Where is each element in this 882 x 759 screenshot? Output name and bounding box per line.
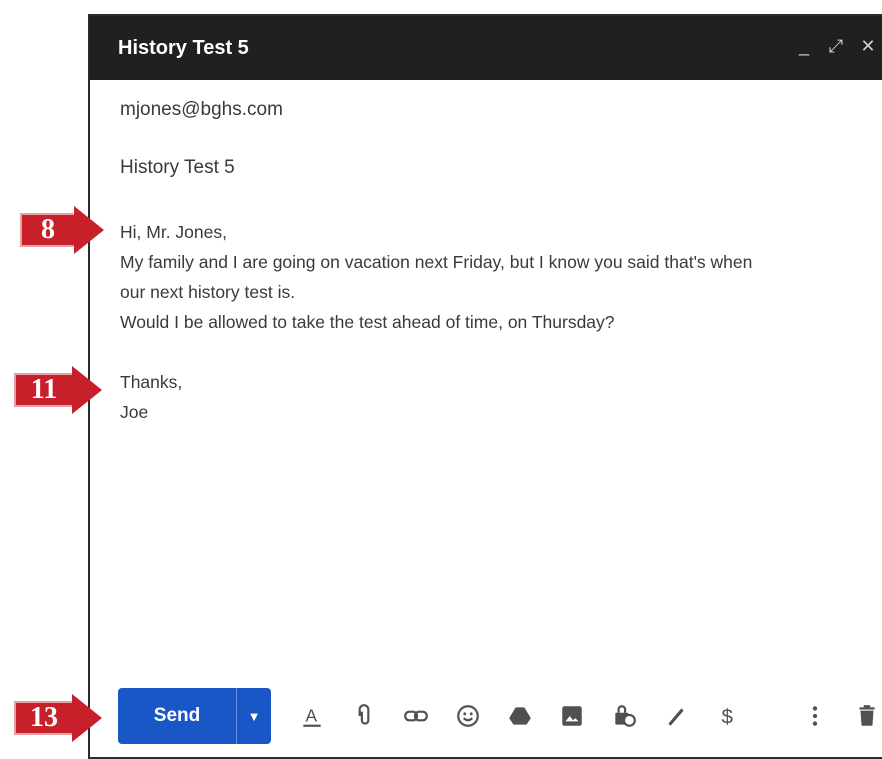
- photo-icon[interactable]: [555, 699, 589, 733]
- compose-titlebar: History Test 5 _ ⤢ ✕: [90, 16, 882, 80]
- trash-icon[interactable]: [850, 699, 882, 733]
- step-number: 8: [20, 213, 76, 247]
- body-line: our next history test is.: [120, 282, 296, 302]
- body-closing: Thanks,: [120, 372, 183, 392]
- body-line: My family and I are going on vacation ne…: [120, 252, 753, 272]
- money-icon[interactable]: $: [711, 699, 745, 733]
- svg-text:$: $: [722, 706, 734, 729]
- compose-title: History Test 5: [118, 37, 249, 59]
- compose-toolbar: Send ▼ A $: [118, 688, 882, 744]
- compose-window: History Test 5 _ ⤢ ✕ mjones@bghs.com His…: [88, 14, 882, 759]
- link-icon[interactable]: [399, 699, 433, 733]
- arrow-right-icon: [72, 694, 102, 742]
- close-icon[interactable]: ✕: [860, 36, 876, 56]
- step-number: 11: [14, 373, 74, 407]
- arrow-right-icon: [74, 206, 104, 254]
- step-marker-8: 8: [20, 206, 104, 254]
- attach-icon[interactable]: [347, 699, 381, 733]
- toolbar-right: [798, 688, 882, 744]
- formatting-tools: A $: [295, 699, 745, 733]
- message-body[interactable]: Hi, Mr. Jones, My family and I are going…: [120, 217, 880, 427]
- body-line: Would I be allowed to take the test ahea…: [120, 312, 615, 332]
- step-marker-13: 13: [14, 694, 102, 742]
- chevron-down-icon: ▼: [247, 708, 261, 724]
- emoji-icon[interactable]: [451, 699, 485, 733]
- minimize-icon[interactable]: _: [796, 36, 812, 56]
- svg-text:A: A: [306, 705, 318, 725]
- step-marker-11: 11: [14, 366, 102, 414]
- window-controls: _ ⤢ ✕: [796, 36, 876, 56]
- arrow-right-icon: [72, 366, 102, 414]
- more-options-icon[interactable]: [798, 699, 832, 733]
- drive-icon[interactable]: [503, 699, 537, 733]
- expand-icon[interactable]: ⤢: [828, 36, 844, 56]
- signature-icon[interactable]: [659, 699, 693, 733]
- step-number: 13: [14, 701, 74, 735]
- format-text-icon[interactable]: A: [295, 699, 329, 733]
- body-greeting: Hi, Mr. Jones,: [120, 222, 227, 242]
- subject-field[interactable]: History Test 5: [120, 157, 235, 179]
- send-button[interactable]: Send: [118, 688, 236, 744]
- send-options-button[interactable]: ▼: [236, 688, 271, 744]
- confidential-icon[interactable]: [607, 699, 641, 733]
- body-signature: Joe: [120, 402, 149, 422]
- recipient-field[interactable]: mjones@bghs.com: [120, 99, 283, 121]
